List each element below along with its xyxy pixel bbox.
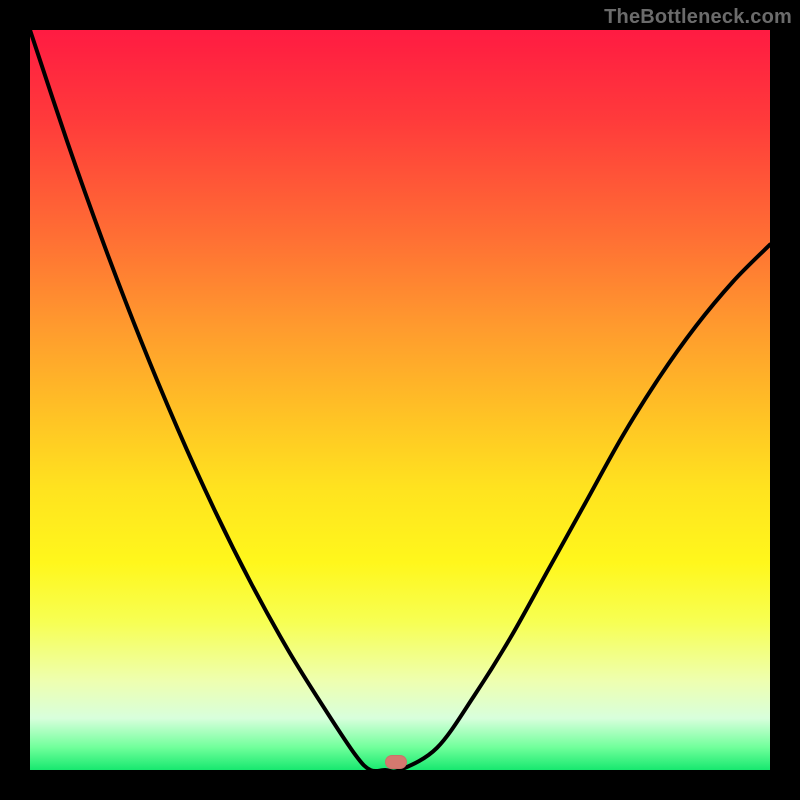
curve-path bbox=[30, 30, 770, 772]
bottleneck-curve bbox=[30, 30, 770, 770]
watermark-text: TheBottleneck.com bbox=[604, 6, 792, 29]
chart-frame: TheBottleneck.com bbox=[0, 0, 800, 800]
optimum-marker bbox=[385, 755, 407, 769]
plot-area bbox=[30, 30, 770, 770]
